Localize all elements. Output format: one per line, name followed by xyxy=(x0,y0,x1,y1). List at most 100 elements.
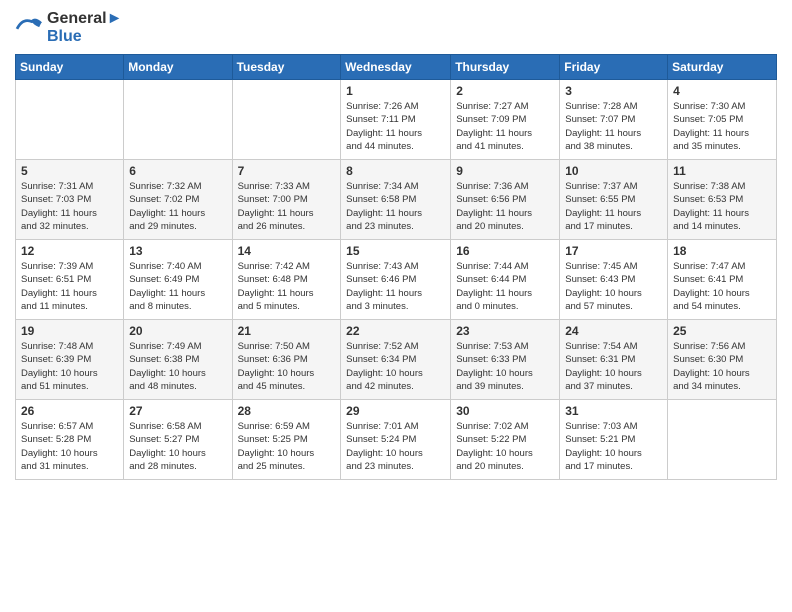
day-number: 21 xyxy=(238,324,336,338)
calendar-cell: 4Sunrise: 7:30 AMSunset: 7:05 PMDaylight… xyxy=(668,80,777,160)
header-thursday: Thursday xyxy=(451,55,560,80)
day-info: Sunrise: 7:43 AMSunset: 6:46 PMDaylight:… xyxy=(346,260,445,313)
calendar-cell: 18 Sunrise: 7:47 AMSunset: 6:41 PMDayligh… xyxy=(668,240,777,320)
calendar-cell: 31 Sunrise: 7:03 AMSunset: 5:21 PMDayligh… xyxy=(560,400,668,480)
calendar-cell: 27 Sunrise: 6:58 AMSunset: 5:27 PMDayligh… xyxy=(124,400,232,480)
calendar-cell: 17 Sunrise: 7:45 AMSunset: 6:43 PMDayligh… xyxy=(560,240,668,320)
logo-icon xyxy=(15,16,43,40)
calendar-cell xyxy=(124,80,232,160)
day-number: 15 xyxy=(346,244,445,258)
calendar-cell xyxy=(232,80,341,160)
calendar-cell: 24 Sunrise: 7:54 AMSunset: 6:31 PMDayligh… xyxy=(560,320,668,400)
day-number: 31 xyxy=(565,404,662,418)
day-number: 30 xyxy=(456,404,554,418)
day-number: 14 xyxy=(238,244,336,258)
weekday-header-row: Sunday Monday Tuesday Wednesday Thursday… xyxy=(16,55,777,80)
day-info: Sunrise: 7:27 AMSunset: 7:09 PMDaylight:… xyxy=(456,100,554,153)
header-friday: Friday xyxy=(560,55,668,80)
day-info: Sunrise: 7:54 AMSunset: 6:31 PMDaylight:… xyxy=(565,340,662,393)
day-info: Sunrise: 7:31 AMSunset: 7:03 PMDaylight:… xyxy=(21,180,118,233)
day-info: Sunrise: 7:39 AMSunset: 6:51 PMDaylight:… xyxy=(21,260,118,313)
day-number: 7 xyxy=(238,164,336,178)
day-number: 12 xyxy=(21,244,118,258)
day-number: 1 xyxy=(346,84,445,98)
calendar-cell: 8Sunrise: 7:34 AMSunset: 6:58 PMDaylight… xyxy=(341,160,451,240)
day-info: Sunrise: 7:01 AMSunset: 5:24 PMDaylight:… xyxy=(346,420,445,473)
day-info: Sunrise: 7:37 AMSunset: 6:55 PMDaylight:… xyxy=(565,180,662,233)
day-info: Sunrise: 7:47 AMSunset: 6:41 PMDaylight:… xyxy=(673,260,771,313)
day-number: 3 xyxy=(565,84,662,98)
calendar-cell: 11 Sunrise: 7:38 AMSunset: 6:53 PMDayligh… xyxy=(668,160,777,240)
day-info: Sunrise: 7:33 AMSunset: 7:00 PMDaylight:… xyxy=(238,180,336,233)
day-number: 9 xyxy=(456,164,554,178)
calendar-week-4: 19 Sunrise: 7:48 AMSunset: 6:39 PMDayligh… xyxy=(16,320,777,400)
calendar-cell: 12 Sunrise: 7:39 AMSunset: 6:51 PMDayligh… xyxy=(16,240,124,320)
day-info: Sunrise: 7:03 AMSunset: 5:21 PMDaylight:… xyxy=(565,420,662,473)
day-info: Sunrise: 7:45 AMSunset: 6:43 PMDaylight:… xyxy=(565,260,662,313)
day-number: 26 xyxy=(21,404,118,418)
day-number: 5 xyxy=(21,164,118,178)
calendar-cell: 1 Sunrise: 7:26 AMSunset: 7:11 PMDaylight… xyxy=(341,80,451,160)
day-number: 23 xyxy=(456,324,554,338)
day-number: 29 xyxy=(346,404,445,418)
calendar-cell: 20Sunrise: 7:49 AMSunset: 6:38 PMDayligh… xyxy=(124,320,232,400)
day-number: 2 xyxy=(456,84,554,98)
day-number: 10 xyxy=(565,164,662,178)
calendar-cell: 29 Sunrise: 7:01 AMSunset: 5:24 PMDayligh… xyxy=(341,400,451,480)
calendar-week-2: 5 Sunrise: 7:31 AMSunset: 7:03 PMDaylight… xyxy=(16,160,777,240)
calendar-cell: 28 Sunrise: 6:59 AMSunset: 5:25 PMDayligh… xyxy=(232,400,341,480)
day-number: 24 xyxy=(565,324,662,338)
header-saturday: Saturday xyxy=(668,55,777,80)
calendar-cell: 3Sunrise: 7:28 AMSunset: 7:07 PMDaylight… xyxy=(560,80,668,160)
calendar-cell: 14 Sunrise: 7:42 AMSunset: 6:48 PMDayligh… xyxy=(232,240,341,320)
day-number: 6 xyxy=(129,164,226,178)
calendar-container: General► Blue Sunday Monday Tuesday Wedn… xyxy=(0,0,792,490)
day-number: 13 xyxy=(129,244,226,258)
day-info: Sunrise: 7:26 AMSunset: 7:11 PMDaylight:… xyxy=(346,100,445,153)
day-number: 25 xyxy=(673,324,771,338)
day-info: Sunrise: 7:48 AMSunset: 6:39 PMDaylight:… xyxy=(21,340,118,393)
calendar-cell: 26 Sunrise: 6:57 AMSunset: 5:28 PMDayligh… xyxy=(16,400,124,480)
calendar-cell: 23 Sunrise: 7:53 AMSunset: 6:33 PMDayligh… xyxy=(451,320,560,400)
day-number: 28 xyxy=(238,404,336,418)
calendar-cell xyxy=(16,80,124,160)
day-number: 22 xyxy=(346,324,445,338)
calendar-cell: 21Sunrise: 7:50 AMSunset: 6:36 PMDayligh… xyxy=(232,320,341,400)
day-info: Sunrise: 7:30 AMSunset: 7:05 PMDaylight:… xyxy=(673,100,771,153)
logo-text: General► Blue xyxy=(47,10,122,46)
day-info: Sunrise: 7:02 AMSunset: 5:22 PMDaylight:… xyxy=(456,420,554,473)
day-info: Sunrise: 6:59 AMSunset: 5:25 PMDaylight:… xyxy=(238,420,336,473)
header-monday: Monday xyxy=(124,55,232,80)
calendar-cell: 22 Sunrise: 7:52 AMSunset: 6:34 PMDayligh… xyxy=(341,320,451,400)
calendar-cell: 5 Sunrise: 7:31 AMSunset: 7:03 PMDaylight… xyxy=(16,160,124,240)
day-number: 11 xyxy=(673,164,771,178)
day-number: 17 xyxy=(565,244,662,258)
calendar-cell: 25Sunrise: 7:56 AMSunset: 6:30 PMDayligh… xyxy=(668,320,777,400)
day-info: Sunrise: 7:40 AMSunset: 6:49 PMDaylight:… xyxy=(129,260,226,313)
logo: General► Blue xyxy=(15,10,122,46)
day-info: Sunrise: 7:38 AMSunset: 6:53 PMDaylight:… xyxy=(673,180,771,233)
day-number: 19 xyxy=(21,324,118,338)
day-info: Sunrise: 7:32 AMSunset: 7:02 PMDaylight:… xyxy=(129,180,226,233)
calendar-cell: 6 Sunrise: 7:32 AMSunset: 7:02 PMDaylight… xyxy=(124,160,232,240)
calendar-cell: 13 Sunrise: 7:40 AMSunset: 6:49 PMDayligh… xyxy=(124,240,232,320)
header: General► Blue xyxy=(15,10,777,46)
day-info: Sunrise: 6:58 AMSunset: 5:27 PMDaylight:… xyxy=(129,420,226,473)
calendar-cell: 9Sunrise: 7:36 AMSunset: 6:56 PMDaylight… xyxy=(451,160,560,240)
calendar-cell: 15 Sunrise: 7:43 AMSunset: 6:46 PMDayligh… xyxy=(341,240,451,320)
day-number: 16 xyxy=(456,244,554,258)
header-wednesday: Wednesday xyxy=(341,55,451,80)
day-info: Sunrise: 7:49 AMSunset: 6:38 PMDaylight:… xyxy=(129,340,226,393)
day-info: Sunrise: 6:57 AMSunset: 5:28 PMDaylight:… xyxy=(21,420,118,473)
header-sunday: Sunday xyxy=(16,55,124,80)
day-number: 18 xyxy=(673,244,771,258)
day-info: Sunrise: 7:42 AMSunset: 6:48 PMDaylight:… xyxy=(238,260,336,313)
calendar-table: Sunday Monday Tuesday Wednesday Thursday… xyxy=(15,54,777,480)
day-info: Sunrise: 7:52 AMSunset: 6:34 PMDaylight:… xyxy=(346,340,445,393)
calendar-cell: 30 Sunrise: 7:02 AMSunset: 5:22 PMDayligh… xyxy=(451,400,560,480)
header-tuesday: Tuesday xyxy=(232,55,341,80)
calendar-cell: 16Sunrise: 7:44 AMSunset: 6:44 PMDayligh… xyxy=(451,240,560,320)
day-info: Sunrise: 7:53 AMSunset: 6:33 PMDaylight:… xyxy=(456,340,554,393)
calendar-cell: 7 Sunrise: 7:33 AMSunset: 7:00 PMDaylight… xyxy=(232,160,341,240)
day-number: 27 xyxy=(129,404,226,418)
